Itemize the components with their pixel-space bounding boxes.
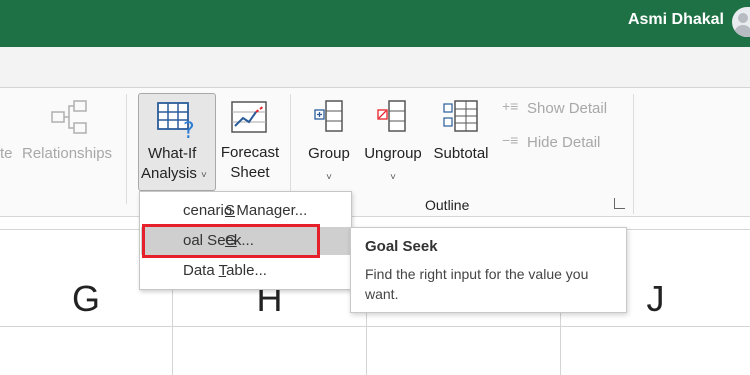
- show-detail-button[interactable]: +≡ Show Detail: [500, 98, 620, 120]
- dialog-launcher-icon[interactable]: [614, 198, 625, 209]
- chevron-down-icon: ˅: [201, 170, 207, 181]
- ungroup-icon: [377, 100, 406, 132]
- tooltip-body: Find the right input for the value you w…: [365, 266, 589, 302]
- ribbon-tab-strip: [0, 47, 750, 88]
- tooltip-title: Goal Seek: [365, 238, 438, 255]
- chevron-down-icon: ˅: [390, 172, 396, 183]
- group-icon: [314, 100, 343, 132]
- ribbon-separator: [633, 94, 634, 214]
- subtotal-icon: [443, 100, 478, 132]
- ungroup-label: Ungroup: [364, 145, 422, 162]
- title-bar: Asmi Dhakal: [0, 0, 750, 47]
- show-detail-icon: +≡: [502, 98, 519, 114]
- what-if-label-line2-wrap: Analysis ˅: [141, 164, 207, 185]
- menu-label: able...: [226, 262, 267, 279]
- hide-detail-label: Hide Detail: [527, 134, 601, 151]
- subtotal-label: Subtotal: [433, 145, 489, 162]
- hide-detail-icon: −≡: [502, 132, 519, 148]
- group-button[interactable]: Group ˅: [304, 94, 354, 184]
- ungroup-button[interactable]: Ungroup ˅: [360, 94, 426, 184]
- show-detail-label: Show Detail: [527, 100, 608, 117]
- forecast-label-line1: Forecast: [220, 144, 280, 161]
- forecast-sheet-button[interactable]: Forecast Sheet: [218, 94, 282, 186]
- highlight-box: [142, 224, 320, 258]
- worksheet-row[interactable]: [0, 327, 750, 375]
- relationships-icon: [51, 100, 87, 134]
- what-if-icon: ?: [157, 102, 195, 140]
- what-if-label-line2: Analysis: [141, 165, 197, 182]
- ribbon-partial-label: te: [0, 145, 13, 162]
- menu-item-data-table[interactable]: Data Table...: [141, 257, 350, 285]
- user-name[interactable]: Asmi Dhakal: [628, 11, 724, 29]
- hide-detail-button[interactable]: −≡ Hide Detail: [500, 132, 620, 154]
- cell-divider: [560, 327, 561, 375]
- menu-label: cenario Manager...: [183, 202, 308, 219]
- ribbon-separator: [290, 94, 291, 204]
- forecast-label-line2: Sheet: [230, 164, 270, 181]
- accel-key: T: [218, 262, 227, 279]
- goal-seek-tooltip: Goal Seek Find the right input for the v…: [350, 227, 627, 313]
- outline-group-label: Outline: [425, 197, 470, 213]
- what-if-analysis-button[interactable]: ? What-If Analysis ˅: [138, 93, 216, 191]
- svg-text:?: ?: [183, 119, 195, 140]
- forecast-sheet-icon: [231, 101, 267, 133]
- cell-divider: [172, 327, 173, 375]
- menu-label-prefix: Data: [183, 262, 219, 279]
- relationships-button[interactable]: Relationships: [20, 96, 118, 176]
- ribbon-separator: [126, 94, 127, 204]
- group-label: Group: [308, 145, 350, 162]
- avatar[interactable]: [732, 7, 750, 37]
- cell-divider: [366, 327, 367, 375]
- accel-key: S: [225, 202, 236, 219]
- subtotal-button[interactable]: Subtotal: [430, 94, 492, 174]
- what-if-label-line1: What-If: [148, 145, 197, 162]
- menu-item-scenario-manager[interactable]: Scenario Manager...: [141, 197, 350, 225]
- chevron-down-icon: ˅: [326, 172, 332, 183]
- relationships-label: Relationships: [22, 145, 113, 162]
